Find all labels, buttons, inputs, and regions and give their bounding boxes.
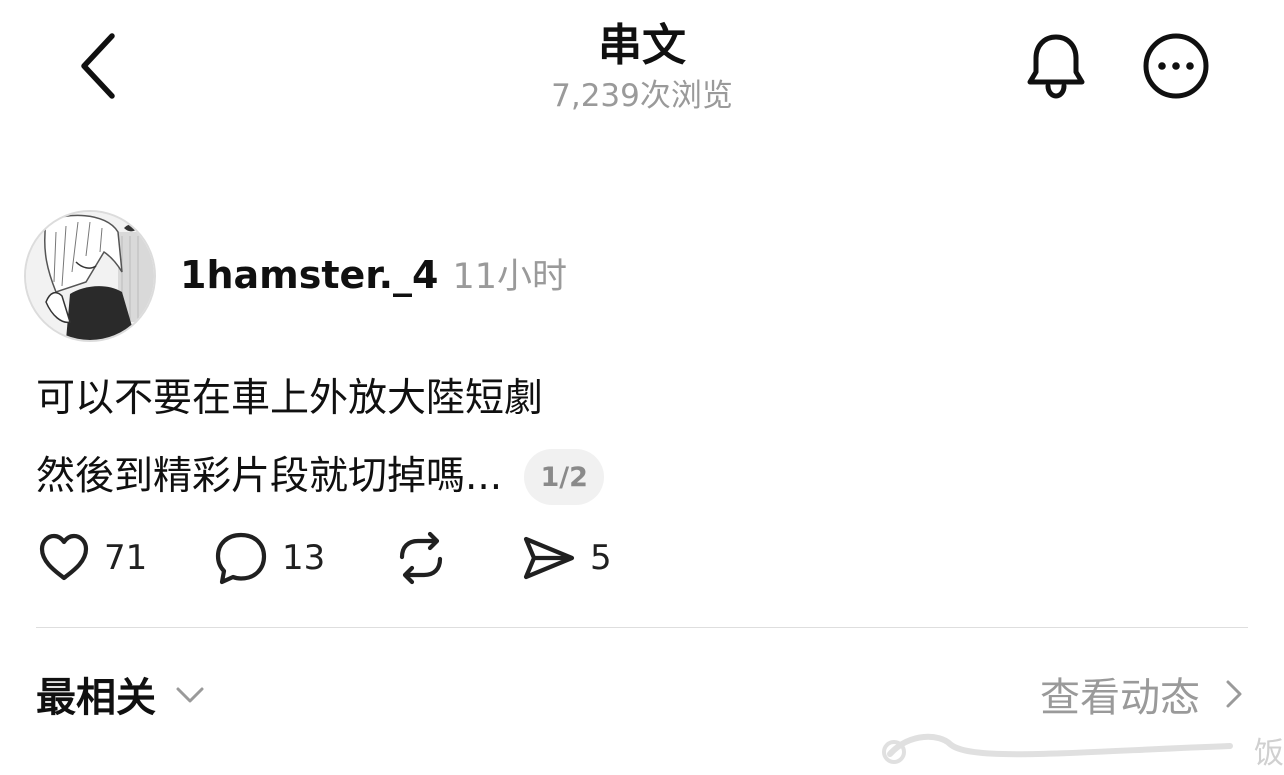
post-text-line-1: 可以不要在車上外放大陸短劇 [36,376,544,421]
like-count: 71 [104,538,148,578]
comment-bubble-icon [215,532,267,585]
watermark-swoosh-icon [882,733,1233,764]
divider [36,627,1248,628]
post-timestamp: 11小时 [452,257,568,297]
send-icon [523,536,575,580]
repost-button[interactable] [392,528,450,588]
notification-button[interactable] [1020,30,1092,102]
watermark: 饭 [870,722,1284,772]
bell-icon [1027,34,1085,99]
comment-button[interactable]: 13 [212,528,325,588]
post-text-line-2: 然後到精彩片段就切掉嗎... [36,454,503,499]
post-author-row: 1hamster._4 11小时 [180,248,567,298]
post-text-line-2-row: 然後到精彩片段就切掉嗎... 1/2 [36,449,605,505]
avatar[interactable] [24,210,156,342]
comment-count: 13 [282,538,326,578]
repost-icon [399,531,443,585]
like-button[interactable]: 71 [36,528,147,588]
sort-label: 最相关 [36,675,156,721]
more-horizontal-icon [1143,33,1209,99]
more-options-button[interactable] [1140,30,1212,102]
chevron-down-icon [176,687,204,703]
thread-page-indicator[interactable]: 1/2 [524,449,605,505]
avatar-illustration [26,212,154,340]
view-activity-button[interactable]: 查看动态 [1040,665,1252,723]
share-button[interactable]: 5 [520,528,612,588]
thread-page: 串文 7,239次浏览 1hamster._4 11小时 可以不要在車上外放大陸… [0,0,1284,775]
sort-dropdown[interactable]: 最相关 [36,665,210,723]
view-activity-label: 查看动态 [1040,675,1200,721]
username[interactable]: 1hamster._4 [180,253,439,297]
share-count: 5 [590,538,612,578]
heart-icon [39,533,89,581]
watermark-text: 饭 [1254,736,1284,771]
chevron-right-icon [1226,680,1242,708]
